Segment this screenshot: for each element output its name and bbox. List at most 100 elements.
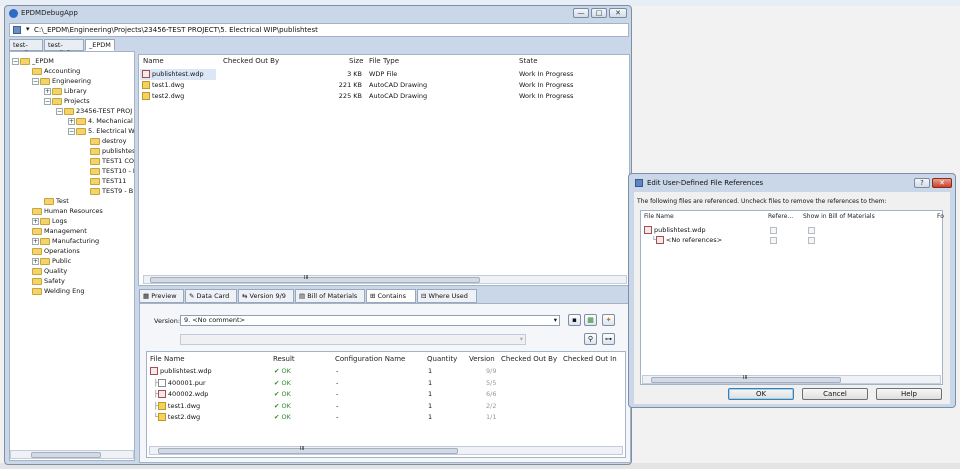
tree-item[interactable]: Accounting xyxy=(32,66,80,76)
table-row[interactable]: └ <No references> xyxy=(644,235,934,246)
close-icon[interactable]: ✕ xyxy=(932,178,952,188)
expander-icon[interactable]: − xyxy=(56,107,63,115)
file-list-scrollbar[interactable]: III xyxy=(143,275,627,284)
tab-preview[interactable]: ▦ Preview xyxy=(139,289,184,303)
col-name[interactable]: Name xyxy=(143,57,164,65)
version-select[interactable]: 9. <No comment> ▾ xyxy=(180,315,560,326)
expander-icon[interactable]: − xyxy=(44,97,51,105)
expander-icon[interactable]: − xyxy=(32,77,39,85)
file-list-scroll-thumb[interactable] xyxy=(150,277,480,283)
tree-item[interactable]: Safety xyxy=(32,276,65,286)
tree-item[interactable]: + Logs xyxy=(32,216,67,226)
tree-item[interactable]: TEST11 xyxy=(90,176,126,186)
tab-test-vault-2[interactable]: test-vault-2 xyxy=(44,39,84,57)
configuration-select[interactable]: ▾ xyxy=(180,334,526,345)
path-bar[interactable]: ▾ C:\_EPDM\Engineering\Projects\23456-TE… xyxy=(9,23,629,37)
tree-item[interactable]: Human Resources xyxy=(32,206,103,216)
bom-checkbox[interactable] xyxy=(808,237,815,244)
table-row[interactable]: └ test2.dwg ✔ OK -1 1/1 xyxy=(148,412,624,423)
help-icon[interactable]: ? xyxy=(914,178,930,188)
close-button[interactable]: ✕ xyxy=(609,8,627,18)
tree-item[interactable]: Quality xyxy=(32,266,67,276)
tree-item[interactable]: publishtest xyxy=(90,146,134,156)
table-row[interactable]: test1.dwg 221 KB AutoCAD Drawing Work In Pr… xyxy=(140,80,630,91)
col-checked-out-by[interactable]: Checked Out By xyxy=(501,355,557,363)
contains-icon: ⊞ xyxy=(370,292,378,300)
contains-scroll-thumb[interactable] xyxy=(158,448,458,454)
tree-item[interactable]: Management xyxy=(32,226,87,236)
col-result[interactable]: Result xyxy=(273,355,295,363)
tree-item[interactable]: TEST9 - B xyxy=(90,186,133,196)
tree-item[interactable]: + Public xyxy=(32,256,71,266)
tree-item[interactable]: + Library xyxy=(44,86,87,96)
tree-scrollbar[interactable] xyxy=(10,450,134,459)
search-icon[interactable]: ⚲ xyxy=(584,333,597,345)
grid-icon[interactable]: ▦ xyxy=(584,314,597,326)
col-configuration[interactable]: Configuration Name xyxy=(335,355,405,363)
expander-icon[interactable]: + xyxy=(44,87,51,95)
col-size[interactable]: Size xyxy=(349,57,363,65)
tree-item[interactable]: −5. Electrical W xyxy=(68,126,134,136)
col-quantity[interactable]: Quantity xyxy=(427,355,457,363)
reference-checkbox[interactable] xyxy=(770,227,777,234)
table-row[interactable]: ├ 400001.pur ✔ OK -1 5/5 xyxy=(148,378,624,389)
tab-test-vault[interactable]: test-vault xyxy=(9,39,43,57)
tree-item[interactable]: + Manufacturing xyxy=(32,236,99,246)
chevron-down-icon[interactable]: ▾ xyxy=(26,25,30,33)
expander-icon[interactable]: + xyxy=(32,237,39,245)
bom-checkbox[interactable] xyxy=(808,227,815,234)
col-checked-out-by[interactable]: Checked Out By xyxy=(223,57,279,65)
tree-item[interactable]: − Projects xyxy=(44,96,90,106)
table-row[interactable]: test2.dwg 225 KB AutoCAD Drawing Work In Pr… xyxy=(140,91,630,102)
table-row[interactable]: publishtest.wdp 3 KB WDP File Work In Progr… xyxy=(140,69,573,80)
col-show-bom[interactable]: Show in Bill of Materials xyxy=(803,213,875,220)
references-scrollbar[interactable]: III xyxy=(642,375,941,384)
expander-icon[interactable]: + xyxy=(68,117,75,125)
tab-epdm[interactable]: _EPDM xyxy=(85,39,115,51)
table-row[interactable]: ├ 400002.wdp ✔ OK -1 6/6 xyxy=(148,389,624,400)
table-row[interactable]: ├ test1.dwg ✔ OK -1 2/2 xyxy=(148,401,624,412)
tab-data-card[interactable]: ✎ Data Card xyxy=(185,289,237,303)
expander-icon[interactable]: + xyxy=(32,257,39,265)
expander-icon[interactable]: + xyxy=(32,217,39,225)
help-button[interactable]: Help xyxy=(876,388,942,400)
tree-item[interactable]: destroy xyxy=(90,136,126,146)
tree-item[interactable]: +4. Mechanical xyxy=(68,116,133,126)
tree-item[interactable]: Operations xyxy=(32,246,80,256)
col-reference[interactable]: Refere... xyxy=(768,213,793,220)
col-file-name[interactable]: File Name xyxy=(150,355,185,363)
save-icon[interactable]: ▪ xyxy=(568,314,581,326)
folder-tree[interactable]: − _EPDM Accounting − Engineering + Library − Pro… xyxy=(9,51,135,461)
tree-item[interactable]: − Engineering xyxy=(32,76,91,86)
col-checked-out-in[interactable]: Checked Out In xyxy=(563,355,617,363)
expander-icon[interactable]: − xyxy=(68,127,75,135)
tree-item[interactable]: Welding Eng xyxy=(32,286,84,296)
reference-checkbox[interactable] xyxy=(770,237,777,244)
col-state[interactable]: State xyxy=(519,57,538,65)
title-bar[interactable]: EPDMDebugApp — □ ✕ xyxy=(5,6,631,21)
maximize-button[interactable]: □ xyxy=(591,8,607,18)
folder-icon xyxy=(90,157,100,165)
tree-item[interactable]: − _EPDM xyxy=(12,56,54,66)
ok-button[interactable]: OK xyxy=(728,388,794,400)
table-row[interactable]: publishtest.wdp ✔ OK -1 9/9 xyxy=(148,366,624,377)
tree-view-icon[interactable]: ⊶ xyxy=(602,333,615,345)
col-file-type[interactable]: File Type xyxy=(369,57,399,65)
tab-version[interactable]: ⇆ Version 9/9 xyxy=(238,289,294,303)
tree-item[interactable]: Test xyxy=(44,196,69,206)
tab-where-used[interactable]: ⊟ Where Used xyxy=(417,289,477,303)
expander-icon[interactable]: − xyxy=(12,57,19,65)
tree-scroll-thumb[interactable] xyxy=(31,452,101,458)
minimize-button[interactable]: — xyxy=(573,8,589,18)
tree-item[interactable]: −23456-TEST PROJ xyxy=(56,106,132,116)
tab-bill-of-materials[interactable]: ▤ Bill of Materials xyxy=(295,289,365,303)
tree-item[interactable]: TEST1 CO xyxy=(90,156,134,166)
wand-icon[interactable]: ✦ xyxy=(602,314,615,326)
tree-item[interactable]: TEST10 - I xyxy=(90,166,134,176)
contains-scrollbar[interactable]: III xyxy=(149,446,623,455)
col-file-name[interactable]: File Name xyxy=(644,213,674,220)
col-extra[interactable]: Fo xyxy=(937,213,944,220)
tab-contains[interactable]: ⊞ Contains xyxy=(366,289,416,303)
cancel-button[interactable]: Cancel xyxy=(802,388,868,400)
col-version[interactable]: Version xyxy=(469,355,495,363)
